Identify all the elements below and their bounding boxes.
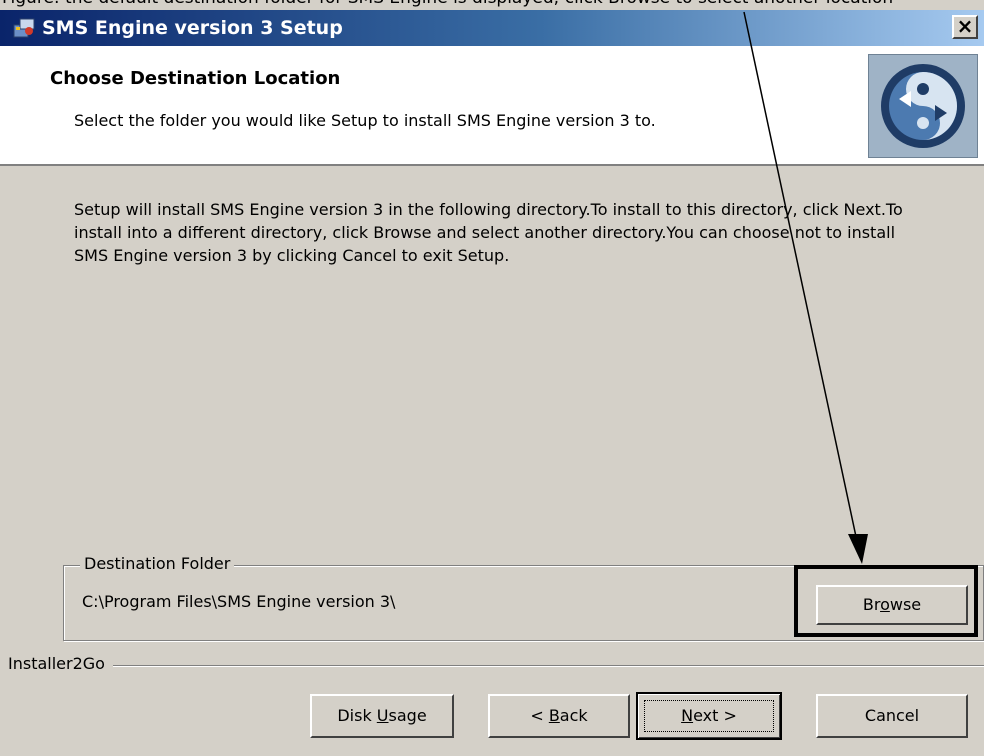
page-title: Choose Destination Location: [50, 68, 341, 89]
next-button[interactable]: Next >: [636, 692, 782, 740]
browse-label-post: wse: [889, 595, 922, 614]
cancel-label: Cancel: [864, 706, 920, 725]
title-bar[interactable]: SMS Engine version 3 Setup ×: [0, 10, 984, 46]
header-panel: Choose Destination Location Select the f…: [0, 46, 984, 166]
back-button[interactable]: < Back: [488, 694, 630, 738]
disk-label-accel: U: [376, 706, 389, 725]
footer-divider: [8, 665, 984, 667]
logo-icon: [869, 55, 977, 157]
browse-button[interactable]: Browse: [816, 585, 968, 625]
product-logo: [868, 54, 978, 158]
disk-label-pre: Disk: [337, 706, 377, 725]
cancel-button[interactable]: Cancel: [816, 694, 968, 738]
back-label-pre: <: [530, 706, 549, 725]
destination-folder-label: Destination Folder: [80, 554, 235, 573]
close-icon: ×: [956, 14, 974, 38]
browse-label-accel: o: [880, 595, 890, 614]
brand-label: Installer2Go: [8, 654, 113, 673]
installer-icon: [13, 18, 35, 38]
instructions-text: Setup will install SMS Engine version 3 …: [74, 200, 903, 265]
close-button[interactable]: ×: [952, 15, 978, 39]
disk-label-post: sage: [388, 706, 427, 725]
figure-caption: Figure: the default destination folder f…: [0, 0, 984, 8]
arrow-head-icon: [848, 534, 868, 564]
back-label-post: ack: [559, 706, 588, 725]
browse-label-pre: Br: [862, 595, 881, 614]
disk-usage-button[interactable]: Disk Usage: [310, 694, 454, 738]
focus-rect: [644, 700, 774, 732]
page-subtitle: Select the folder you would like Setup t…: [74, 111, 656, 130]
destination-path: C:\Program Files\SMS Engine version 3\: [82, 592, 396, 611]
window-title: SMS Engine version 3 Setup: [42, 17, 343, 39]
back-label-accel: B: [548, 706, 560, 725]
setup-window: SMS Engine version 3 Setup × Figure: the…: [0, 0, 984, 756]
